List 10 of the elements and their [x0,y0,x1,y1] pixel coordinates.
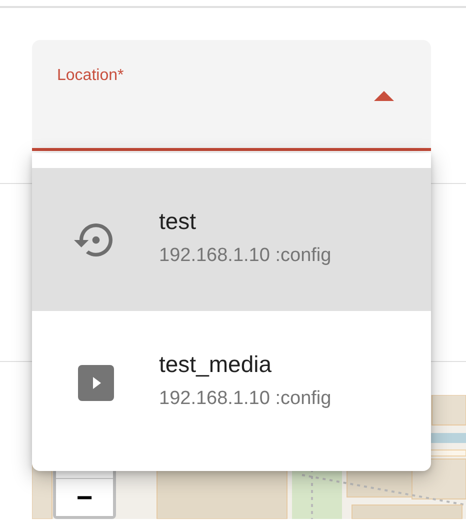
option-title: test_media [159,351,273,378]
option-address: 192.168.1.10 :config [159,245,332,267]
location-select[interactable]: Location* [32,40,431,151]
option-title: test [159,208,198,235]
menu-option[interactable]: test_media 192.168.1.10 :config [32,311,431,454]
menu-option[interactable]: test 192.168.1.10 :config [32,168,431,311]
zoom-out-button[interactable]: − [56,478,113,516]
play-icon [78,364,114,400]
field-label: Location* [57,66,124,86]
option-address: 192.168.1.10 :config [159,388,332,410]
